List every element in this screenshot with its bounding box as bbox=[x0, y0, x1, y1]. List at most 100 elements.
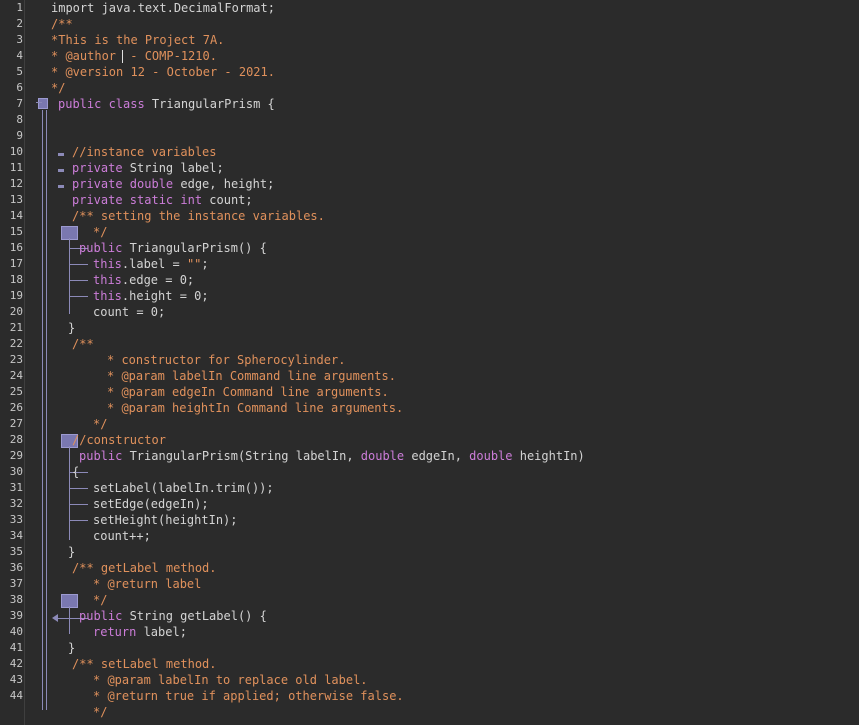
method-body-guide bbox=[69, 606, 70, 634]
line-number: 43 bbox=[9, 673, 23, 686]
code-line: /** setLabel method. bbox=[72, 656, 217, 672]
code-token: private double bbox=[72, 177, 181, 191]
code-token: private static int bbox=[72, 193, 210, 207]
code-token: */ bbox=[93, 705, 108, 719]
code-token: edgeIn, bbox=[411, 449, 470, 463]
code-line: /** getLabel method. bbox=[72, 560, 217, 576]
code-token: setEdge(edgeIn); bbox=[93, 497, 209, 511]
code-token: */ bbox=[93, 417, 108, 431]
code-token: count++; bbox=[93, 529, 151, 543]
code-token: TriangularPrism(String labelIn, bbox=[129, 449, 361, 463]
code-line: //constructor bbox=[72, 432, 166, 448]
line-number: 22 bbox=[9, 337, 23, 350]
code-token: public bbox=[79, 449, 130, 463]
code-token: TriangularPrism { bbox=[151, 97, 275, 111]
code-editor[interactable]: 1 2 3 4 5 6 7 8 9 10 11 12 13 14 15 16 17 18 19 20 21 22 23 24 2… bbox=[0, 0, 859, 725]
line-number: 31 bbox=[9, 481, 23, 494]
code-line: public TriangularPrism(String labelIn, d… bbox=[79, 448, 585, 464]
code-line: public class TriangularPrism { bbox=[58, 96, 275, 112]
code-token: "" bbox=[186, 257, 202, 271]
code-token: */ bbox=[93, 225, 108, 239]
line-number: 11 bbox=[9, 161, 23, 174]
code-token: edge, height; bbox=[180, 177, 275, 191]
line-number: 14 bbox=[9, 209, 23, 222]
code-line: public String getLabel() { bbox=[79, 608, 267, 624]
code-token: * @author bbox=[51, 49, 124, 63]
code-token: double bbox=[360, 449, 412, 463]
line-number: 41 bbox=[9, 641, 23, 654]
code-line: } bbox=[68, 544, 75, 560]
code-token: label; bbox=[143, 625, 187, 639]
class-body-guide bbox=[42, 110, 43, 710]
line-number: 36 bbox=[9, 561, 23, 574]
code-token: //instance variables bbox=[72, 145, 217, 159]
line-number: 15 bbox=[9, 225, 23, 238]
code-line: /** setting the instance variables. bbox=[72, 208, 325, 224]
line-number: 12 bbox=[9, 177, 23, 190]
code-token: /** setting the instance variables. bbox=[72, 209, 325, 223]
code-line: setHeight(heightIn); bbox=[93, 512, 238, 528]
code-line: * constructor for Spherocylinder. bbox=[107, 352, 345, 368]
code-line: * @param heightIn Command line arguments… bbox=[107, 400, 403, 416]
line-number: 9 bbox=[16, 129, 23, 142]
line-number: 4 bbox=[16, 49, 23, 62]
code-token: this bbox=[93, 273, 122, 287]
line-number: 34 bbox=[9, 529, 23, 542]
code-token: * @param heightIn Command line arguments… bbox=[107, 401, 404, 415]
return-arrow-icon bbox=[52, 614, 58, 622]
line-number: 5 bbox=[16, 65, 23, 78]
code-line: count++; bbox=[93, 528, 151, 544]
code-token: * @return label bbox=[93, 577, 202, 591]
line-number: 23 bbox=[9, 353, 23, 366]
code-token: String label; bbox=[129, 161, 224, 175]
line-number: 7 bbox=[16, 97, 23, 110]
code-token: String getLabel() { bbox=[129, 609, 267, 623]
line-number: 33 bbox=[9, 513, 23, 526]
line-number: 39 bbox=[9, 609, 23, 622]
line-number: 32 bbox=[9, 497, 23, 510]
method-body-guide bbox=[69, 238, 70, 314]
code-token: setHeight(heightIn); bbox=[93, 513, 238, 527]
line-number: 18 bbox=[9, 273, 23, 286]
code-line: return label; bbox=[93, 624, 187, 640]
code-token: /** bbox=[51, 17, 73, 31]
line-number: 37 bbox=[9, 577, 23, 590]
code-line: this.edge = 0; bbox=[93, 272, 194, 288]
code-line: * @author - COMP-1210. bbox=[51, 48, 217, 64]
line-number: 44 bbox=[9, 689, 23, 702]
field-marker-icon bbox=[58, 169, 64, 172]
code-line: * @return true if applied; otherwise fal… bbox=[93, 688, 404, 704]
line-number: 38 bbox=[9, 593, 23, 606]
code-token: */ bbox=[51, 81, 66, 95]
code-token: public bbox=[79, 609, 130, 623]
field-marker-icon bbox=[58, 153, 64, 156]
code-line: public TriangularPrism() { bbox=[79, 240, 267, 256]
statement-line bbox=[70, 488, 88, 489]
code-token: count; bbox=[209, 193, 253, 207]
code-line: *This is the Project 7A. bbox=[51, 32, 224, 48]
code-token: this bbox=[93, 289, 122, 303]
line-number: 2 bbox=[16, 17, 23, 30]
code-token: /** setLabel method. bbox=[72, 657, 217, 671]
code-line: setLabel(labelIn.trim()); bbox=[93, 480, 274, 496]
code-token: /** bbox=[72, 337, 94, 351]
line-number: 42 bbox=[9, 657, 23, 670]
code-line: count = 0; bbox=[93, 304, 165, 320]
code-token: * @param labelIn to replace old label. bbox=[93, 673, 368, 687]
line-number: 40 bbox=[9, 625, 23, 638]
class-fold-icon[interactable] bbox=[38, 98, 48, 109]
statement-line bbox=[70, 504, 88, 505]
code-token: return bbox=[93, 625, 144, 639]
line-number: 1 bbox=[16, 1, 23, 14]
code-line: setEdge(edgeIn); bbox=[93, 496, 209, 512]
line-number-gutter: 1 2 3 4 5 6 7 8 9 10 11 12 13 14 15 16 17 18 19 20 21 22 23 24 2… bbox=[0, 0, 25, 725]
line-number: 28 bbox=[9, 433, 23, 446]
line-number: 16 bbox=[9, 241, 23, 254]
class-fold-line bbox=[36, 102, 42, 103]
code-line: */ bbox=[93, 592, 107, 608]
code-line: * @return label bbox=[93, 576, 201, 592]
code-token: * @version 12 - October - 2021. bbox=[51, 65, 275, 79]
code-area[interactable]: import java.text.DecimalFormat; /** *This … bbox=[25, 0, 859, 725]
code-token: count = 0; bbox=[93, 305, 166, 319]
code-token: */ bbox=[93, 593, 108, 607]
